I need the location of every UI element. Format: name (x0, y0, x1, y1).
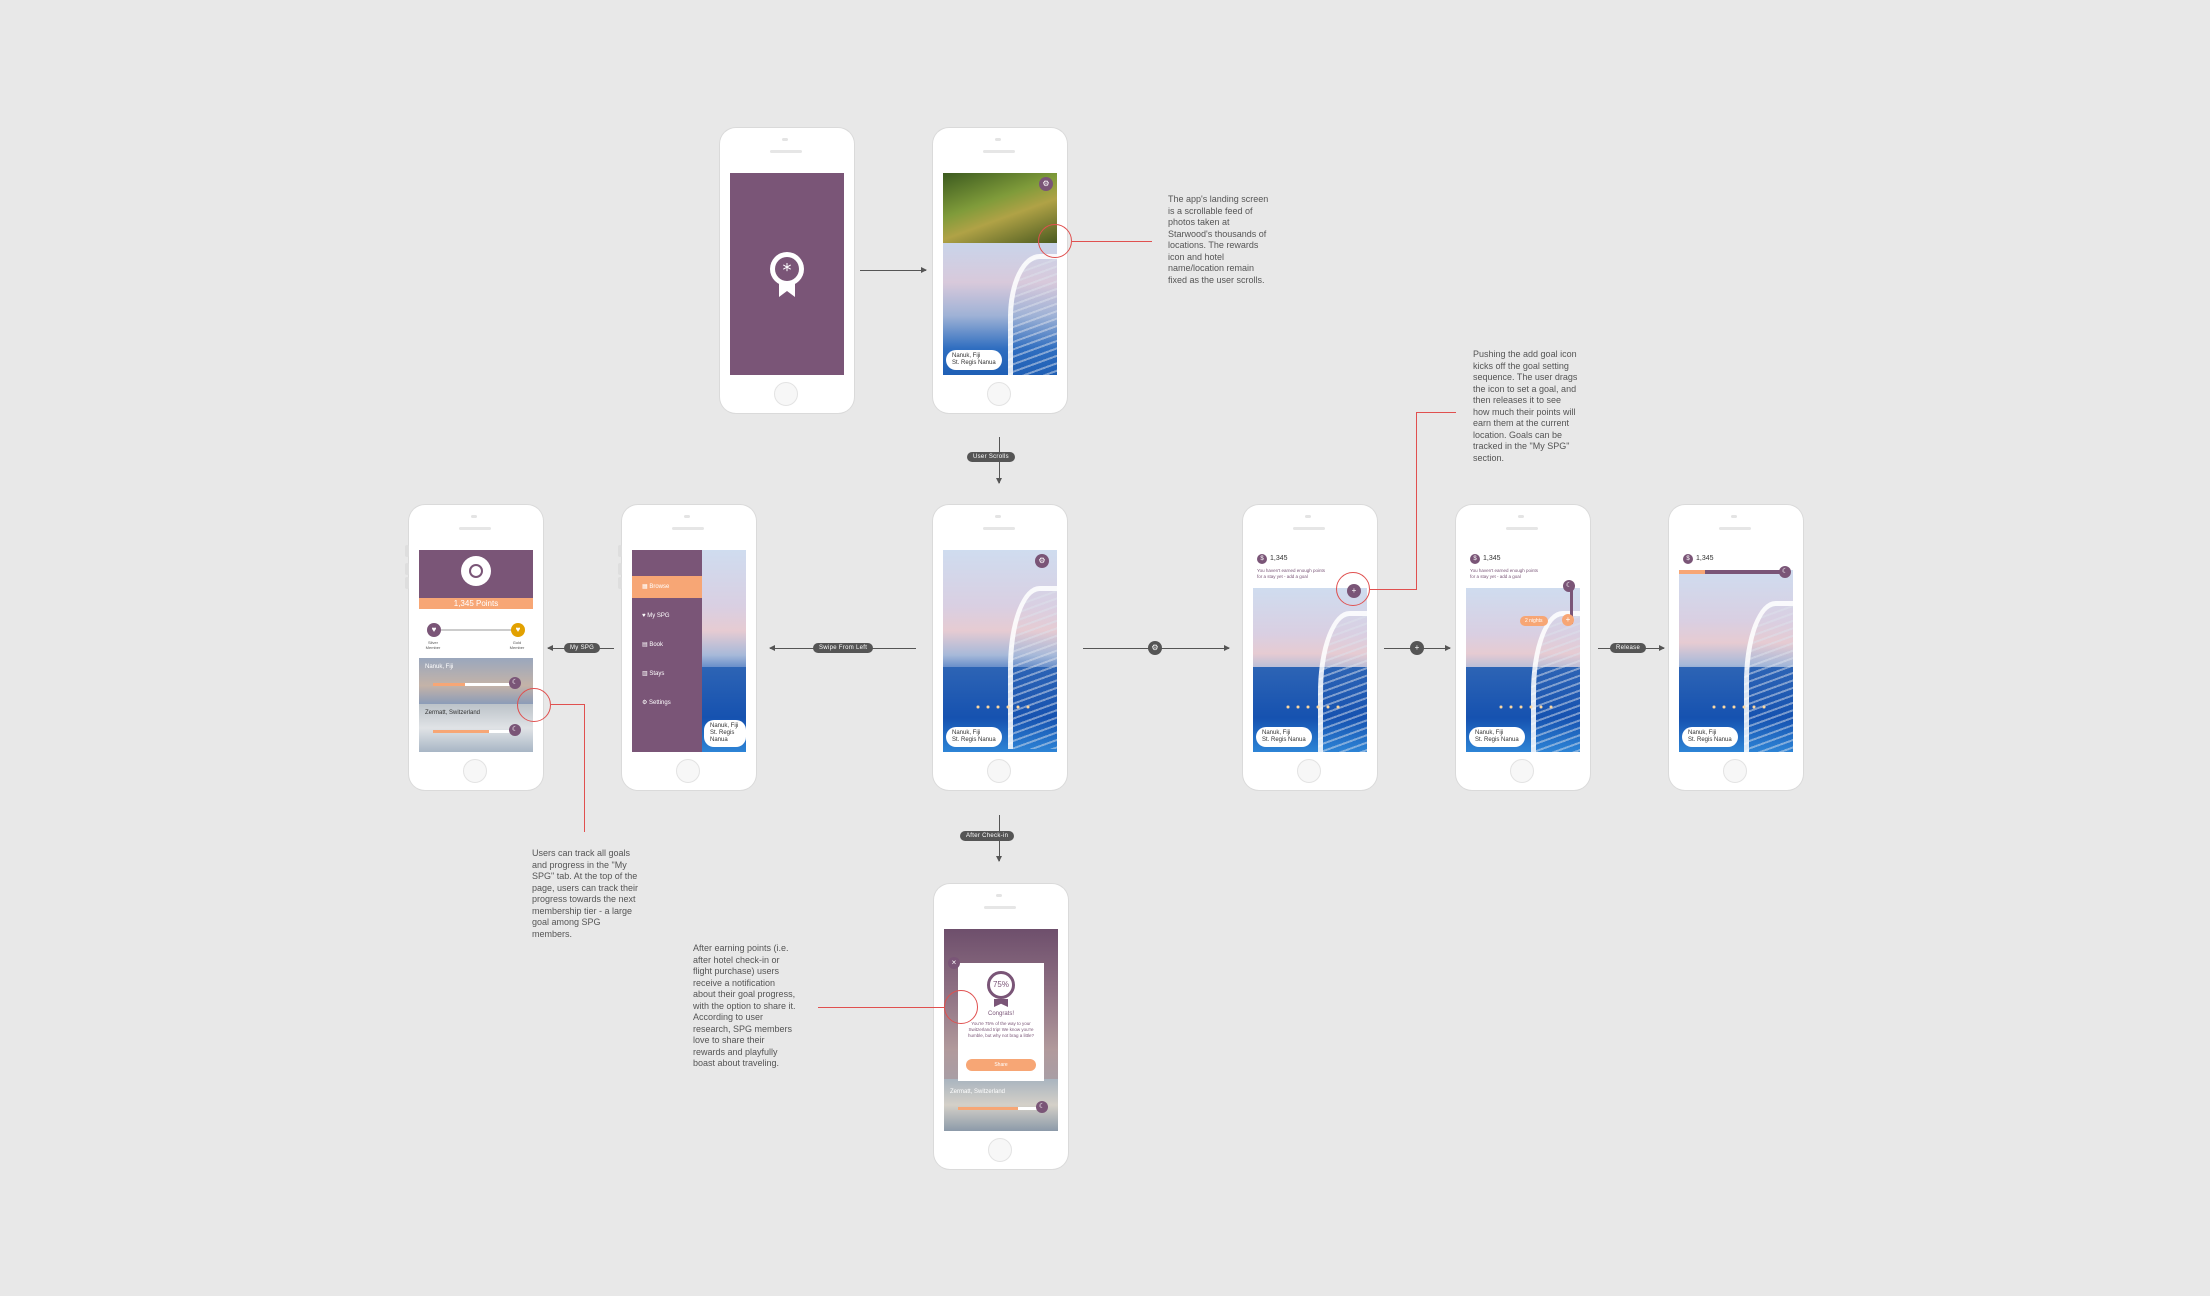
goal2-progress (433, 730, 513, 733)
note-goal: Pushing the add goal icon kicks off the … (1473, 349, 1578, 463)
goal2-label: Zermatt, Switzerland (425, 710, 481, 716)
rewards-ribbon-icon: * (770, 252, 804, 297)
location-card: Nanuk, Fiji St. Regis Nanua (1682, 727, 1738, 747)
goal1-moon-icon: ☾ (509, 677, 521, 689)
arrow-splash-to-landing (860, 267, 927, 273)
label-my-spg: My SPG (564, 643, 601, 653)
location-city: Nanuk, Fiji (952, 353, 981, 359)
rewards-tap-icon: ⚙ (1148, 641, 1162, 655)
rewards-icon[interactable]: ⚙ (1039, 177, 1053, 191)
goal1-progress (433, 683, 513, 686)
checkin-screen: Zermatt, Switzerland ☾ × 75% Congrats! Y… (944, 929, 1058, 1131)
myspg-screen: 1,345 Points ♥ ♥ Silver Member Gold Memb… (419, 550, 533, 752)
silver-tier-icon: ♥ (427, 623, 441, 637)
connector-landing-note (1072, 241, 1152, 242)
share-button[interactable]: Share (966, 1059, 1036, 1071)
feed-screen[interactable]: ⚙ Nanuk, Fiji St. Regis Nanua (943, 550, 1057, 752)
points-banner: 1,345 Points (419, 598, 533, 609)
menu-item-myspg[interactable]: ♥ My SPG (632, 605, 702, 627)
location-card: Nanuk, Fiji St. Regis Nanua (946, 350, 1002, 370)
connector-goal-h2 (1416, 412, 1456, 413)
menu-item-browse[interactable]: ▦ Browse (632, 576, 702, 598)
phone-menu: ▦ Browse ♥ My SPG ▤ Book ▥ Stays ⚙ Setti… (618, 505, 756, 790)
connector-myspg-h (551, 704, 585, 705)
goal-message: You haven't earned enough points for a s… (1470, 568, 1539, 579)
rewards-avatar-icon (469, 564, 483, 578)
tier-right-label: Gold Member (509, 640, 525, 650)
highlight-notification (944, 990, 978, 1024)
label-swipe-from-left: Swipe From Left (813, 643, 874, 653)
points-value: 1,345 (1483, 555, 1501, 562)
connector-goal-h1 (1370, 589, 1416, 590)
connector-checkin (818, 1007, 944, 1008)
tier-left-label: Silver Member (425, 640, 441, 650)
phone-goal-3: $ 1,345 ☾ Nanuk, Fiji St. Regis Nanua (1669, 505, 1803, 790)
label-user-scrolls: User Scrolls (967, 452, 1015, 462)
splash-screen: * (730, 173, 844, 375)
add-goal-step-icon: + (1410, 641, 1424, 655)
phone-feed: ⚙ Nanuk, Fiji St. Regis Nanua (933, 505, 1067, 790)
svg-text:*: * (783, 260, 792, 281)
goal-message: You haven't earned enough points for a s… (1257, 568, 1326, 579)
phone-splash: * (720, 128, 854, 413)
points-icon: $ (1470, 554, 1480, 564)
points-value: 1,345 (1696, 555, 1714, 562)
connector-goal-v (1416, 412, 1417, 590)
phone-landing: ⚙ Nanuk, Fiji St. Regis Nanua (933, 128, 1067, 413)
points-icon: $ (1257, 554, 1267, 564)
menu-screen: ▦ Browse ♥ My SPG ▤ Book ▥ Stays ⚙ Setti… (632, 550, 746, 752)
goal1-label: Nanuk, Fiji (425, 664, 454, 670)
moon-icon: ☾ (1563, 580, 1575, 592)
highlight-add-goal (1336, 572, 1370, 606)
landing-screen[interactable]: ⚙ Nanuk, Fiji St. Regis Nanua (943, 173, 1057, 375)
points-value: 1,345 (1270, 555, 1288, 562)
phone-goal-2: $ 1,345 You haven't earned enough points… (1456, 505, 1590, 790)
location-card: Nanuk, Fiji St. Regis Nanua (1469, 727, 1525, 747)
tier-bar (433, 629, 519, 631)
menu-item-book[interactable]: ▤ Book (632, 634, 702, 656)
close-icon[interactable]: × (948, 957, 960, 969)
highlight-goal-progress (517, 688, 551, 722)
rewards-icon[interactable]: ⚙ (1035, 554, 1049, 568)
menu-item-stays[interactable]: ▥ Stays (632, 663, 702, 685)
drag-goal-icon[interactable]: + (1562, 614, 1574, 626)
note-checkin: After earning points (i.e. after hotel c… (693, 943, 796, 1068)
menu-item-settings[interactable]: ⚙ Settings (632, 692, 702, 714)
checkin-location: Zermatt, Switzerland (950, 1089, 1006, 1095)
phone-checkin: Zermatt, Switzerland ☾ × 75% Congrats! Y… (934, 884, 1068, 1169)
location-hotel: St. Regis Nanua (952, 360, 996, 366)
congrats-message: You're 75% of the way to your Switzerlan… (967, 1021, 1035, 1038)
goal2-moon-icon: ☾ (509, 724, 521, 736)
points-icon: $ (1683, 554, 1693, 564)
note-landing: The app's landing screen is a scrollable… (1168, 194, 1269, 285)
label-after-checkin: After Check-in (960, 831, 1015, 841)
label-release: Release (1610, 643, 1647, 653)
moon-icon: ☾ (1779, 566, 1791, 578)
percent-ribbon-icon: 75% (987, 971, 1015, 999)
goal-screen-3: $ 1,345 ☾ Nanuk, Fiji St. Regis Nanua (1679, 550, 1793, 752)
goal-screen-2: $ 1,345 You haven't earned enough points… (1466, 550, 1580, 752)
gold-tier-icon: ♥ (511, 623, 525, 637)
location-card: Nanuk, Fiji St. Regis Nanua (946, 727, 1002, 747)
note-myspg: Users can track all goals and progress i… (532, 848, 639, 939)
checkin-moon-icon: ☾ (1036, 1101, 1048, 1113)
nights-tooltip: 2 nights (1520, 616, 1548, 626)
highlight-rewards-icon (1038, 224, 1072, 258)
location-card: Nanuk, Fiji St. Regis Nanua (704, 720, 746, 747)
goal-progress-fill (1679, 570, 1705, 574)
phone-myspg: 1,345 Points ♥ ♥ Silver Member Gold Memb… (405, 505, 543, 790)
connector-myspg-v (584, 704, 585, 832)
phone-goal-1: $ 1,345 You haven't earned enough points… (1243, 505, 1377, 790)
location-card: Nanuk, Fiji St. Regis Nanua (1256, 727, 1312, 747)
checkin-goal-progress (958, 1107, 1038, 1110)
